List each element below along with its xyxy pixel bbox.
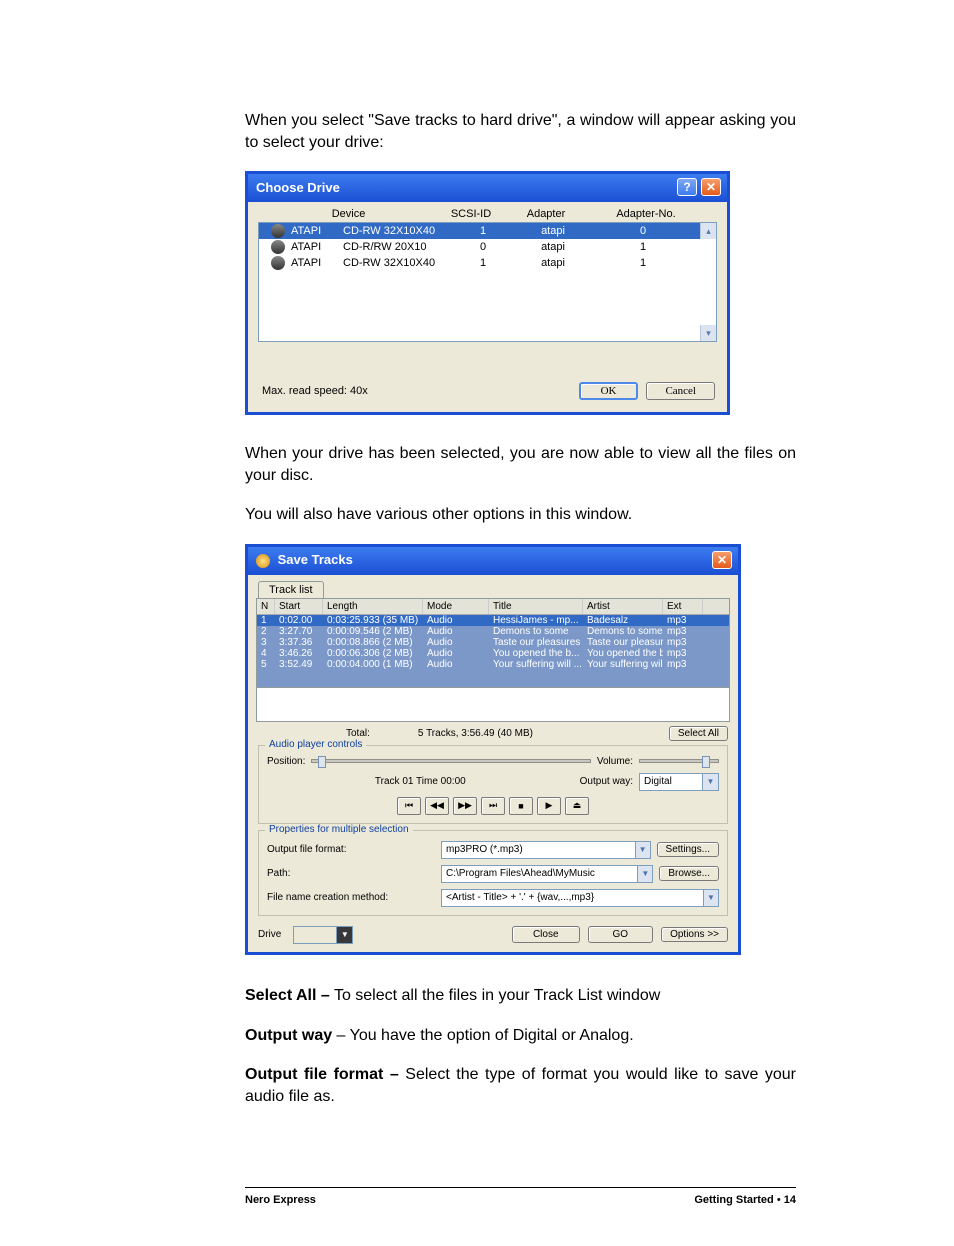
paragraph-intro: When you select "Save tracks to hard dri…: [245, 110, 796, 153]
max-read-speed: Max. read speed: 40x: [262, 385, 368, 397]
track-row[interactable]: 43:46.260:00:06.306 (2 MB)AudioYou opene…: [257, 648, 729, 659]
choose-drive-title: Choose Drive: [256, 180, 340, 195]
browse-button[interactable]: Browse...: [659, 866, 719, 881]
options-button[interactable]: Options >>: [661, 927, 728, 942]
path-label: Path:: [267, 868, 435, 879]
track-table-whitespace: [256, 688, 730, 722]
drive-list[interactable]: ▴ ATAPICD-RW 32X10X401atapi0ATAPICD-R/RW…: [258, 222, 717, 342]
drive-row[interactable]: ATAPICD-RW 32X10X401atapi1: [259, 255, 716, 271]
help-icon[interactable]: ?: [677, 178, 697, 196]
filename-method-select[interactable]: ▼: [441, 889, 719, 907]
position-slider[interactable]: [311, 759, 591, 763]
path-value: [441, 865, 638, 883]
total-label: Total:: [346, 728, 370, 739]
eject-icon[interactable]: ⏏: [565, 797, 589, 815]
track-table-header: N Start Length Mode Title Artist Ext: [257, 599, 729, 615]
footer-left: Nero Express: [245, 1194, 316, 1206]
prev-track-icon[interactable]: ⏮: [397, 797, 421, 815]
desc-select-all: Select All – To select all the files in …: [245, 985, 796, 1007]
fast-forward-icon[interactable]: ▶▶: [453, 797, 477, 815]
position-label: Position:: [267, 756, 305, 767]
stop-icon[interactable]: ■: [509, 797, 533, 815]
drive-row[interactable]: ATAPICD-RW 32X10X401atapi0: [259, 223, 716, 239]
desc-output-way: Output way – You have the option of Digi…: [245, 1025, 796, 1047]
choose-drive-dialog: Choose Drive ? ✕ Device SCSI-ID Adapter …: [245, 171, 730, 415]
paragraph-after-drive: When your drive has been selected, you a…: [245, 443, 796, 486]
select-all-button[interactable]: Select All: [669, 726, 728, 741]
save-tracks-title: Save Tracks: [256, 552, 353, 568]
page-footer: Nero Express Getting Started • 14: [245, 1187, 796, 1206]
output-format-value: [441, 841, 636, 859]
close-icon[interactable]: ✕: [712, 551, 732, 569]
track-row[interactable]: 10:02.000:03:25.933 (35 MB)AudioHessiJam…: [257, 615, 729, 626]
chevron-down-icon[interactable]: ▼: [636, 841, 651, 859]
rewind-icon[interactable]: ◀◀: [425, 797, 449, 815]
track-row[interactable]: 33:37.360:00:08.866 (2 MB)AudioTaste our…: [257, 637, 729, 648]
app-icon: [256, 554, 270, 568]
paragraph-options: You will also have various other options…: [245, 504, 796, 526]
output-format-label: Output file format:: [267, 844, 435, 855]
chevron-down-icon[interactable]: ▼: [638, 865, 653, 883]
go-button[interactable]: GO: [588, 926, 654, 943]
output-format-select[interactable]: ▼: [441, 841, 651, 859]
audio-player-group: Audio player controls Position: Volume: …: [258, 745, 728, 824]
col-adapter-no: Adapter-No.: [591, 208, 701, 220]
cancel-button[interactable]: Cancel: [646, 382, 715, 400]
filename-method-value: [441, 889, 704, 907]
track-table-body[interactable]: 10:02.000:03:25.933 (35 MB)AudioHessiJam…: [257, 615, 729, 687]
col-title[interactable]: Title: [489, 599, 583, 614]
scroll-up-icon[interactable]: ▴: [700, 223, 716, 239]
total-value: 5 Tracks, 3:56.49 (40 MB): [418, 728, 533, 739]
save-tracks-footer: Drive ▼ Close GO Options >>: [248, 922, 738, 952]
properties-group-title: Properties for multiple selection: [265, 824, 413, 835]
col-device: Device: [256, 208, 441, 220]
col-scsi-id: SCSI-ID: [441, 208, 501, 220]
close-button[interactable]: Close: [512, 926, 580, 943]
tab-track-list[interactable]: Track list: [258, 581, 324, 598]
properties-group: Properties for multiple selection Output…: [258, 830, 728, 916]
col-artist[interactable]: Artist: [583, 599, 663, 614]
col-length[interactable]: Length: [323, 599, 423, 614]
path-select[interactable]: ▼: [441, 865, 653, 883]
drive-row[interactable]: ATAPICD-R/RW 20X100atapi1: [259, 239, 716, 255]
next-track-icon[interactable]: ⏭: [481, 797, 505, 815]
volume-slider[interactable]: [639, 759, 719, 763]
col-ext[interactable]: Ext: [663, 599, 703, 614]
volume-label: Volume:: [597, 756, 633, 767]
save-tracks-dialog: Save Tracks ✕ Track list N Start Length …: [245, 544, 741, 955]
chevron-down-icon[interactable]: ▼: [704, 889, 719, 907]
ok-button[interactable]: OK: [579, 382, 639, 400]
drive-label: Drive: [258, 929, 281, 940]
desc-output-file-format: Output file format – Select the type of …: [245, 1064, 796, 1107]
disc-icon: [271, 256, 285, 270]
chevron-down-icon[interactable]: ▼: [703, 773, 719, 791]
play-icon[interactable]: ▶: [537, 797, 561, 815]
chevron-down-icon[interactable]: ▼: [337, 926, 353, 944]
col-adapter: Adapter: [501, 208, 591, 220]
close-icon[interactable]: ✕: [701, 178, 721, 196]
settings-button[interactable]: Settings...: [657, 842, 719, 857]
output-way-value: [639, 773, 703, 791]
drive-select[interactable]: ▼: [293, 926, 353, 944]
save-tracks-titlebar: Save Tracks ✕: [248, 547, 738, 575]
output-way-label: Output way:: [580, 776, 633, 787]
track-time: Track 01 Time 00:00: [267, 776, 574, 787]
track-table: N Start Length Mode Title Artist Ext 10:…: [256, 598, 730, 688]
col-n[interactable]: N: [257, 599, 275, 614]
choose-drive-titlebar: Choose Drive ? ✕: [248, 174, 727, 202]
audio-player-group-title: Audio player controls: [265, 739, 366, 750]
footer-right: Getting Started • 14: [694, 1194, 796, 1206]
output-way-select[interactable]: ▼: [639, 773, 719, 791]
filename-method-label: File name creation method:: [267, 892, 435, 903]
col-start[interactable]: Start: [275, 599, 323, 614]
disc-icon: [271, 240, 285, 254]
track-row[interactable]: 53:52.490:00:04.000 (1 MB)AudioYour suff…: [257, 659, 729, 670]
scroll-down-icon[interactable]: ▾: [700, 325, 716, 341]
disc-icon: [271, 224, 285, 238]
col-mode[interactable]: Mode: [423, 599, 489, 614]
player-buttons: ⏮ ◀◀ ▶▶ ⏭ ■ ▶ ⏏: [267, 797, 719, 815]
drive-column-headers: Device SCSI-ID Adapter Adapter-No.: [248, 202, 727, 222]
track-row[interactable]: 23:27.700:00:09.546 (2 MB)AudioDemons to…: [257, 626, 729, 637]
